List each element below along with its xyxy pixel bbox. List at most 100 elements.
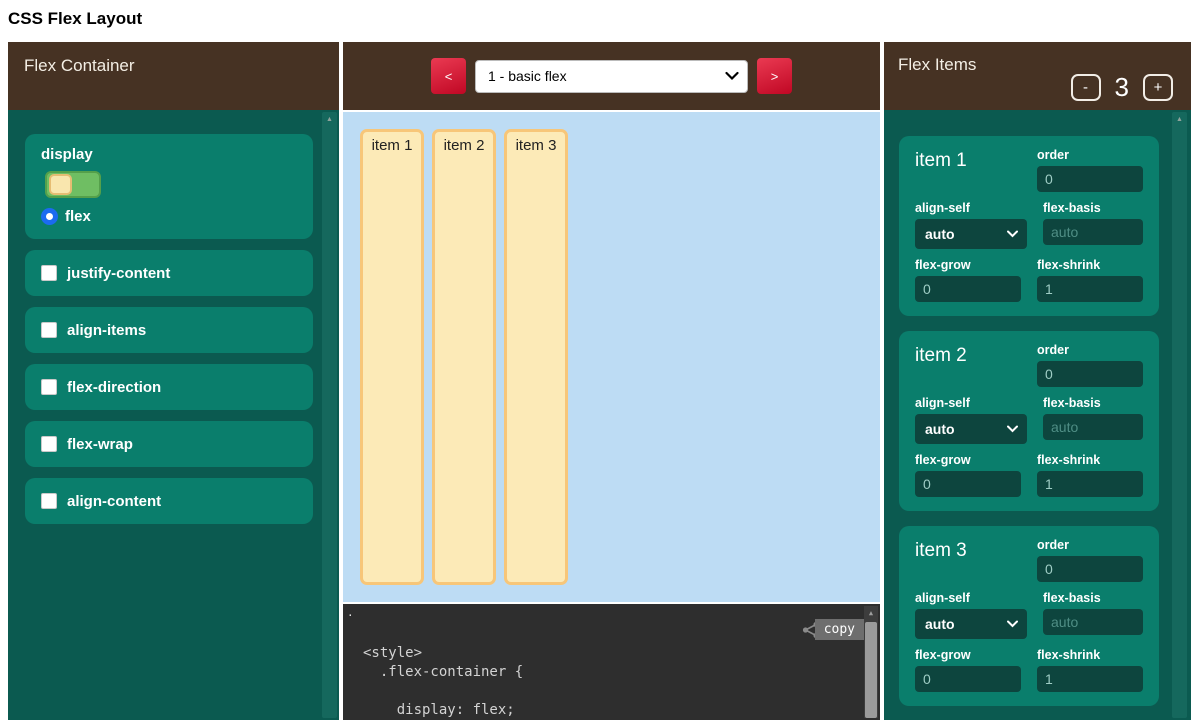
code-block: . <style> .flex-container { display: fle… — [343, 604, 880, 720]
flex-container-title: Flex Container — [24, 56, 135, 75]
flex-basis-label: flex-basis — [1043, 396, 1143, 410]
justify-content-label: justify-content — [67, 265, 170, 282]
flex-radio-button[interactable] — [41, 208, 58, 225]
copy-button[interactable]: copy — [815, 619, 864, 640]
align-self-label: align-self — [915, 396, 1027, 410]
item-2-flex-shrink-input[interactable] — [1037, 471, 1143, 497]
align-self-label: align-self — [915, 591, 1027, 605]
flex-basis-label: flex-basis — [1043, 201, 1143, 215]
item-1-align-self-wrap: auto — [915, 219, 1027, 249]
item-2-align-self-wrap: auto — [915, 414, 1027, 444]
align-content-card: align-content — [25, 478, 313, 524]
flex-direction-label: flex-direction — [67, 379, 161, 396]
flex-basis-label: flex-basis — [1043, 591, 1143, 605]
item-2-order-input[interactable] — [1037, 361, 1143, 387]
flex-container-header: Flex Container — [8, 42, 339, 110]
remove-item-button[interactable]: - — [1071, 74, 1101, 101]
scroll-up-icon[interactable]: ▲ — [322, 112, 337, 124]
item-1-card: item 1 order align-self auto — [899, 136, 1159, 316]
flex-radio-label: flex — [65, 208, 91, 225]
prev-example-button[interactable]: < — [431, 58, 466, 94]
display-flex-radio-row: flex — [41, 208, 297, 225]
flex-shrink-label: flex-shrink — [1037, 648, 1143, 662]
scroll-up-icon[interactable]: ▲ — [1172, 112, 1187, 124]
preview-column: < 1 - basic flex > item 1 item 2 item 3 … — [343, 42, 880, 720]
item-1-flex-grow-input[interactable] — [915, 276, 1021, 302]
justify-content-checkbox[interactable] — [41, 265, 57, 281]
flex-grow-label: flex-grow — [915, 453, 1021, 467]
item-1-name: item 1 — [915, 148, 1021, 172]
align-items-label: align-items — [67, 322, 146, 339]
item-1-flex-shrink-input[interactable] — [1037, 276, 1143, 302]
order-label: order — [1037, 148, 1143, 162]
flex-items-panel: Flex Items - 3 + item 1 order — [884, 42, 1191, 720]
align-content-checkbox[interactable] — [41, 493, 57, 509]
display-toggle-knob — [49, 174, 72, 195]
flex-wrap-checkbox[interactable] — [41, 436, 57, 452]
example-select-wrap: 1 - basic flex — [475, 60, 748, 93]
flex-container-panel: Flex Container display flex justify-cont… — [8, 42, 339, 720]
item-2-flex-grow-input[interactable] — [915, 471, 1021, 497]
item-count-stepper: - 3 + — [1071, 72, 1173, 103]
add-item-button[interactable]: + — [1143, 74, 1173, 101]
right-panel-scrollbar[interactable]: ▲ — [1172, 112, 1187, 718]
preview-item-1: item 1 — [360, 129, 424, 585]
left-panel-scrollbar[interactable]: ▲ — [322, 112, 337, 718]
item-2-flex-basis-input[interactable] — [1043, 414, 1143, 440]
flex-wrap-card: flex-wrap — [25, 421, 313, 467]
code-scrollbar[interactable]: ▲ — [864, 606, 878, 718]
align-content-label: align-content — [67, 493, 161, 510]
flex-preview-container: item 1 item 2 item 3 — [343, 112, 880, 602]
example-nav-bar: < 1 - basic flex > — [343, 42, 880, 110]
item-2-name: item 2 — [915, 343, 1021, 367]
next-example-button[interactable]: > — [757, 58, 792, 94]
item-1-align-self-select[interactable]: auto — [915, 219, 1027, 249]
display-label: display — [41, 146, 297, 163]
code-line: .flex-container { — [363, 663, 523, 682]
flex-shrink-label: flex-shrink — [1037, 453, 1143, 467]
flex-items-body: item 1 order align-self auto — [884, 110, 1191, 720]
align-self-label: align-self — [915, 201, 1027, 215]
flex-grow-label: flex-grow — [915, 648, 1021, 662]
item-1-flex-basis-input[interactable] — [1043, 219, 1143, 245]
align-items-card: align-items — [25, 307, 313, 353]
item-2-align-self-select[interactable]: auto — [915, 414, 1027, 444]
item-3-flex-grow-input[interactable] — [915, 666, 1021, 692]
item-3-align-self-wrap: auto — [915, 609, 1027, 639]
flex-direction-checkbox[interactable] — [41, 379, 57, 395]
display-control-card: display flex — [25, 134, 313, 239]
item-3-card: item 3 order align-self auto — [899, 526, 1159, 706]
align-items-checkbox[interactable] — [41, 322, 57, 338]
flex-wrap-label: flex-wrap — [67, 436, 133, 453]
flex-container-body: display flex justify-content align-items — [8, 110, 339, 720]
item-3-order-input[interactable] — [1037, 556, 1143, 582]
item-3-name: item 3 — [915, 538, 1021, 562]
item-3-align-self-select[interactable]: auto — [915, 609, 1027, 639]
page-title: CSS Flex Layout — [8, 9, 142, 29]
preview-item-3: item 3 — [504, 129, 568, 585]
code-line — [363, 682, 523, 701]
flex-shrink-label: flex-shrink — [1037, 258, 1143, 272]
code-scrollbar-thumb[interactable] — [865, 622, 877, 718]
preview-item-2: item 2 — [432, 129, 496, 585]
item-count: 3 — [1115, 72, 1129, 103]
item-3-flex-basis-input[interactable] — [1043, 609, 1143, 635]
item-3-flex-shrink-input[interactable] — [1037, 666, 1143, 692]
flex-items-header: Flex Items - 3 + — [884, 42, 1191, 110]
app-root: CSS Flex Layout Flex Container display f… — [0, 0, 1199, 728]
item-1-order-input[interactable] — [1037, 166, 1143, 192]
order-label: order — [1037, 343, 1143, 357]
example-select[interactable]: 1 - basic flex — [475, 60, 748, 93]
code-line: display: flex; — [363, 701, 523, 720]
code-line: <style> — [363, 644, 523, 663]
code-text: <style> .flex-container { display: flex; — [363, 644, 523, 720]
display-toggle[interactable] — [45, 171, 101, 198]
flex-grow-label: flex-grow — [915, 258, 1021, 272]
order-label: order — [1037, 538, 1143, 552]
flex-direction-card: flex-direction — [25, 364, 313, 410]
scroll-up-icon[interactable]: ▲ — [864, 606, 878, 617]
item-2-card: item 2 order align-self auto — [899, 331, 1159, 511]
flex-items-title: Flex Items — [898, 55, 976, 75]
justify-content-card: justify-content — [25, 250, 313, 296]
code-bullet: . — [347, 606, 354, 619]
